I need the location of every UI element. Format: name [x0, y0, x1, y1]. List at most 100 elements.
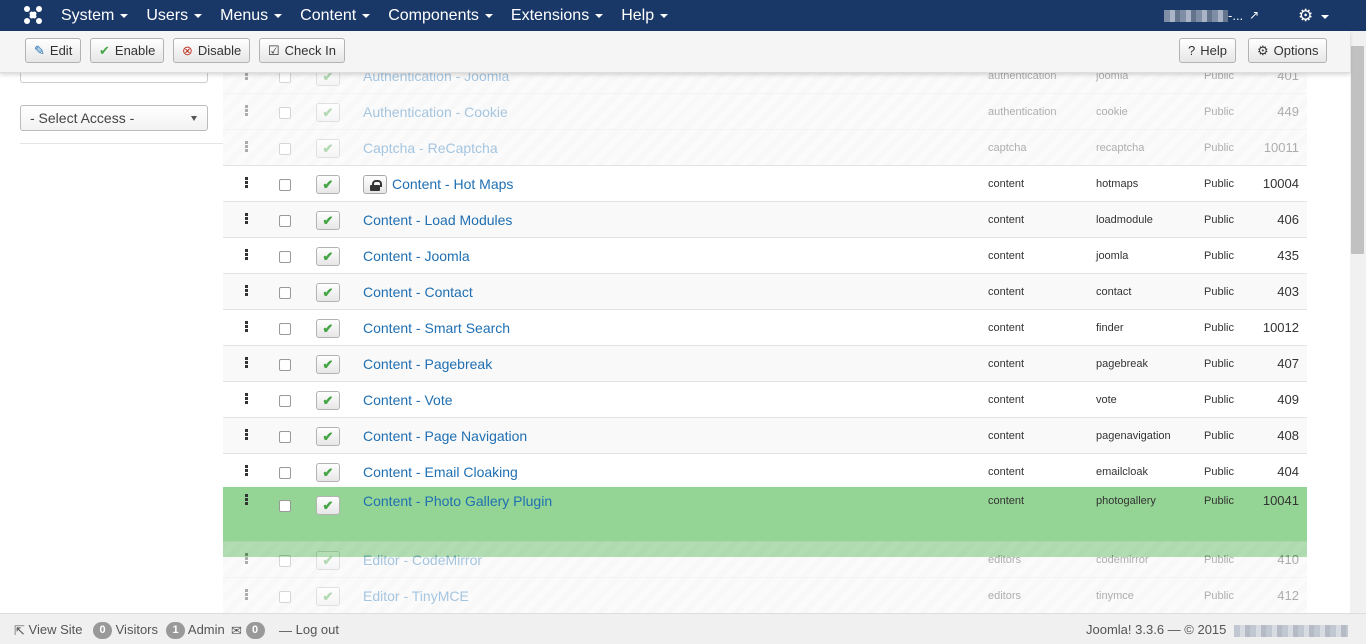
logout-link[interactable]: — Log out [279, 614, 339, 644]
plugin-name-link[interactable]: Content - Contact [363, 274, 473, 310]
published-toggle[interactable]: ✔ [316, 463, 340, 482]
user-menu[interactable]: ⚙ [1298, 0, 1330, 31]
menu-extensions[interactable]: Extensions [502, 0, 612, 31]
plugin-name[interactable]: Content - Smart Search [363, 310, 510, 346]
menu-components[interactable]: Components [379, 0, 502, 31]
plugin-name[interactable]: Captcha - ReCaptcha [363, 130, 498, 166]
drag-handle-icon[interactable] [244, 346, 250, 382]
site-link[interactable]: -... ↗ [1164, 0, 1259, 31]
plugin-name-link[interactable]: Content - Pagebreak [363, 346, 492, 382]
plugin-name[interactable]: Editor - CodeMirror [363, 542, 482, 578]
plugin-name-link[interactable]: Content - Joomla [363, 238, 470, 274]
drag-handle-icon[interactable] [244, 382, 250, 418]
drag-handle-icon[interactable] [244, 578, 250, 614]
plugin-name-link[interactable]: Content - Hot Maps [363, 166, 513, 202]
plugin-name-link[interactable]: Editor - CodeMirror [363, 542, 482, 578]
published-toggle[interactable]: ✔ [316, 139, 340, 158]
menu-content[interactable]: Content [291, 0, 379, 31]
row-checkbox[interactable] [279, 179, 291, 191]
published-toggle[interactable]: ✔ [316, 427, 340, 446]
published-toggle[interactable]: ✔ [316, 551, 340, 570]
row-checkbox[interactable] [279, 591, 291, 603]
lock-icon[interactable] [363, 174, 387, 194]
plugin-name-link[interactable]: Content - Load Modules [363, 202, 512, 238]
published-toggle[interactable]: ✔ [316, 391, 340, 410]
published-toggle[interactable]: ✔ [316, 355, 340, 374]
row-checkbox[interactable] [279, 359, 291, 371]
published-toggle[interactable]: ✔ [316, 211, 340, 230]
table-row[interactable]: ✔ Content - Contact content contact Public 40… [223, 273, 1307, 309]
table-row[interactable]: ✔ Authentication - Cookie authentication co… [223, 93, 1307, 129]
edit-button[interactable]: ✎ Edit [25, 38, 82, 63]
drag-handle-icon[interactable] [244, 202, 250, 238]
scrollbar-thumb[interactable] [1351, 46, 1364, 254]
plugin-name-link[interactable]: Content - Page Navigation [363, 418, 527, 454]
table-row[interactable]: ✔ Content - Load Modules content loadmodule… [223, 201, 1307, 237]
plugin-name-link[interactable]: Content - Photo Gallery Plugin [363, 483, 552, 519]
table-row[interactable]: ✔ Editor - CodeMirror editors codemirror Pub… [223, 541, 1307, 577]
row-checkbox[interactable] [279, 467, 291, 479]
drag-handle-icon[interactable] [244, 94, 250, 130]
menu-menus[interactable]: Menus [211, 0, 291, 31]
row-checkbox[interactable] [279, 251, 291, 263]
plugin-name[interactable]: Content - Joomla [363, 238, 470, 274]
enable-button[interactable]: ✔ Enable [90, 38, 165, 63]
checkin-button[interactable]: ☑ Check In [259, 38, 345, 63]
plugin-name[interactable]: Content - Photo Gallery Plugin [363, 483, 552, 519]
menu-users[interactable]: Users [137, 0, 211, 31]
row-checkbox[interactable] [279, 107, 291, 119]
drag-handle-icon[interactable] [244, 542, 250, 578]
table-row[interactable]: ✔ Content - Page Navigation content pagenav… [223, 417, 1307, 453]
plugin-name[interactable]: Content - Pagebreak [363, 346, 492, 382]
drag-handle-icon[interactable] [244, 418, 250, 454]
row-checkbox[interactable] [279, 500, 291, 512]
plugin-name[interactable]: Editor - TinyMCE [363, 578, 469, 614]
row-checkbox[interactable] [279, 431, 291, 443]
plugin-name[interactable]: Content - Load Modules [363, 202, 512, 238]
row-checkbox[interactable] [279, 215, 291, 227]
drag-handle-icon[interactable] [244, 130, 250, 166]
drag-handle-icon[interactable] [244, 310, 250, 346]
row-checkbox[interactable] [279, 555, 291, 567]
published-toggle[interactable]: ✔ [316, 283, 340, 302]
row-checkbox[interactable] [279, 323, 291, 335]
drag-handle-icon[interactable] [244, 166, 250, 202]
messages-link[interactable]: ✉ 0 [231, 614, 265, 644]
plugin-name-link[interactable]: Content - Smart Search [363, 310, 510, 346]
plugin-name[interactable]: Content - Hot Maps [392, 166, 513, 202]
published-toggle[interactable]: ✔ [316, 247, 340, 266]
plugin-name[interactable]: Content - Page Navigation [363, 418, 527, 454]
drag-handle-icon[interactable] [244, 483, 250, 519]
published-toggle[interactable]: ✔ [316, 103, 340, 122]
joomla-logo-icon[interactable] [22, 4, 44, 26]
plugin-name-link[interactable]: Captcha - ReCaptcha [363, 130, 498, 166]
plugin-name-link[interactable]: Editor - TinyMCE [363, 578, 469, 614]
plugin-name[interactable]: Content - Vote [363, 382, 453, 418]
select-access-dropdown[interactable]: - Select Access - [20, 105, 208, 131]
table-row[interactable]: ✔ Content - Smart Search content finder Publ… [223, 309, 1307, 345]
table-row[interactable]: ✔ Captcha - ReCaptcha captcha recaptcha Publ… [223, 129, 1307, 165]
row-checkbox[interactable] [279, 395, 291, 407]
row-checkbox[interactable] [279, 287, 291, 299]
row-checkbox[interactable] [279, 143, 291, 155]
plugin-name-link[interactable]: Content - Vote [363, 382, 453, 418]
plugin-name-link[interactable]: Authentication - Cookie [363, 94, 508, 130]
menu-help[interactable]: Help [612, 0, 677, 31]
table-row[interactable]: ✔ Editor - TinyMCE editors tinymce Public 412 [223, 577, 1307, 613]
drag-handle-icon[interactable] [244, 274, 250, 310]
drag-handle-icon[interactable] [244, 238, 250, 274]
disable-button[interactable]: ⊗ Disable [173, 38, 251, 63]
plugin-name[interactable]: Authentication - Cookie [363, 94, 508, 130]
table-row[interactable]: ✔ Content - Hot Maps content hotmaps Public 1… [223, 165, 1307, 201]
view-site-link[interactable]: ⇱ View Site [14, 614, 83, 644]
published-toggle[interactable]: ✔ [316, 587, 340, 606]
published-toggle[interactable]: ✔ [316, 319, 340, 338]
published-toggle[interactable]: ✔ [316, 496, 340, 515]
help-button[interactable]: ? Help [1179, 38, 1236, 63]
plugin-name[interactable]: Content - Contact [363, 274, 473, 310]
table-row[interactable]: ✔ Content - Vote content vote Public 409 [223, 381, 1307, 417]
menu-system[interactable]: System [52, 0, 137, 31]
table-row[interactable]: ✔ Content - Joomla content joomla Public 435 [223, 237, 1307, 273]
table-row[interactable]: ✔ Content - Pagebreak content pagebreak Publ… [223, 345, 1307, 381]
published-toggle[interactable]: ✔ [316, 175, 340, 194]
